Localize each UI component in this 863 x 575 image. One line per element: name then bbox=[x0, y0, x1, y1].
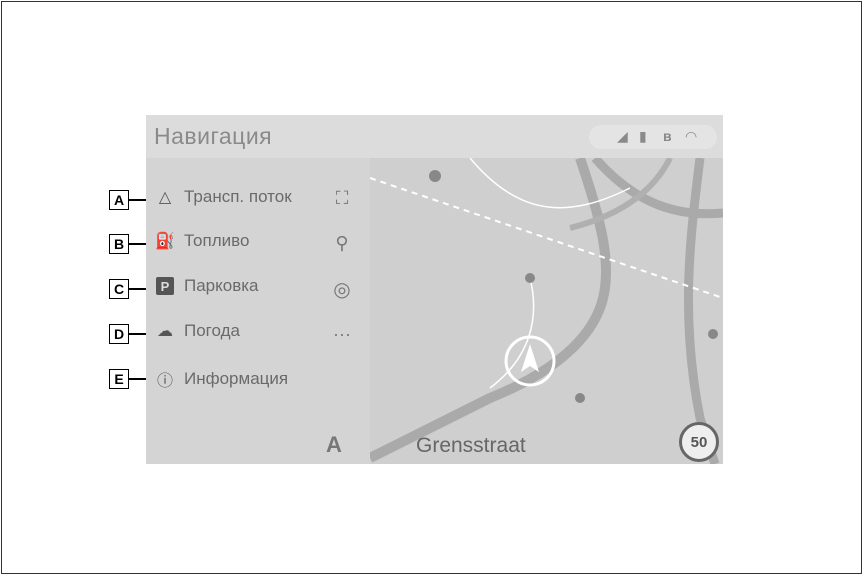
menu-item-label: Топливо bbox=[184, 231, 250, 250]
menu-item-label: Погода bbox=[184, 321, 240, 340]
signal-icon: ◢ bbox=[617, 128, 628, 144]
bottom-bar: A Grensstraat bbox=[146, 428, 723, 464]
menu-item-traffic[interactable]: △ Трансп. поток bbox=[154, 182, 292, 212]
menu-item-fuel[interactable]: ⛽ Топливо bbox=[154, 226, 249, 256]
callout-b: B bbox=[109, 234, 129, 254]
menu-item-label: Парковка bbox=[184, 276, 259, 295]
status-icons: ◢ ▮ ʙ ◠ bbox=[589, 125, 717, 149]
weather-cloud-icon: ☁ bbox=[157, 323, 173, 340]
warning-triangle-icon: △ bbox=[158, 189, 172, 206]
info-icon: ⓘ bbox=[156, 373, 173, 390]
road-badge: A bbox=[326, 432, 342, 457]
menu-item-info[interactable]: ⓘ Информация bbox=[154, 364, 288, 394]
callout-c: C bbox=[109, 279, 129, 299]
street-name: Grensstraat bbox=[416, 434, 526, 457]
menu-item-parking[interactable]: P Парковка bbox=[154, 271, 259, 301]
battery-icon: ▮ bbox=[639, 128, 647, 144]
map-roads bbox=[367, 155, 723, 464]
title-bar: Навигация ◢ ▮ ʙ ◠ bbox=[146, 115, 723, 158]
callout-a: A bbox=[109, 190, 129, 210]
more-icon[interactable]: ··· bbox=[330, 322, 354, 346]
callout-e: E bbox=[109, 369, 129, 389]
menu-item-label: Трансп. поток bbox=[184, 187, 292, 206]
callout-d: D bbox=[109, 324, 129, 344]
menu-item-weather[interactable]: ☁ Погода bbox=[154, 316, 240, 346]
nav-screen: Навигация ◢ ▮ ʙ ◠ △ Трансп. поток ⛽ Топл… bbox=[146, 115, 723, 464]
compass-icon[interactable]: ◎ bbox=[330, 277, 354, 301]
wifi-icon: ◠ bbox=[685, 128, 698, 144]
search-icon[interactable]: ⚲ bbox=[330, 231, 354, 255]
fullscreen-icon[interactable]: ⛶ bbox=[330, 186, 354, 210]
parking-icon: P bbox=[154, 275, 176, 297]
bluetooth-icon: ʙ bbox=[663, 128, 672, 144]
speed-limit-sign: 50 bbox=[679, 422, 719, 462]
menu-item-label: Информация bbox=[184, 369, 289, 388]
map-view[interactable] bbox=[367, 155, 723, 464]
page-title: Навигация bbox=[154, 123, 273, 149]
fuel-pump-icon: ⛽ bbox=[155, 233, 175, 250]
